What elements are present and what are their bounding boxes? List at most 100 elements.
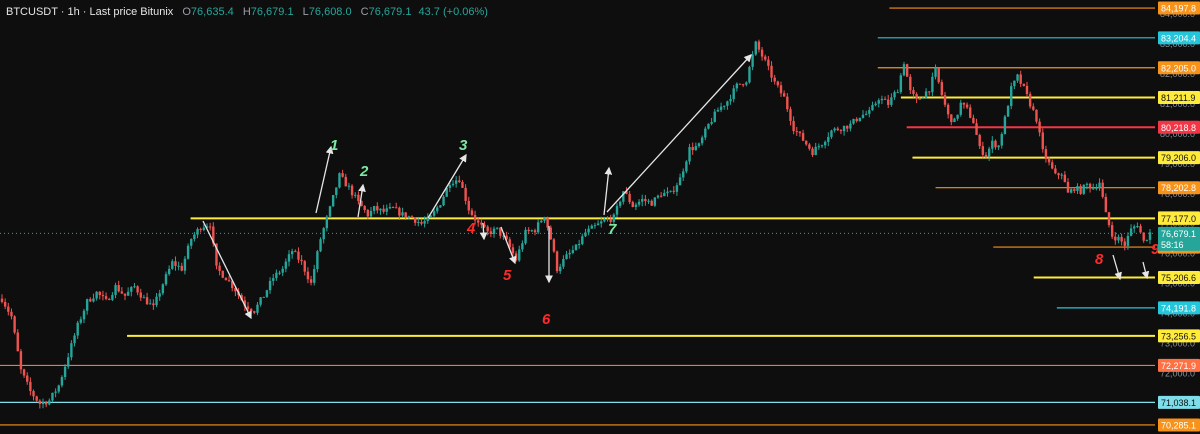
candle-body bbox=[962, 102, 966, 105]
candle-body bbox=[839, 130, 843, 132]
candle-body bbox=[1136, 225, 1139, 227]
candle-body bbox=[975, 123, 978, 135]
candle-body bbox=[1016, 74, 1019, 81]
candle-body bbox=[1117, 236, 1120, 241]
candle-body bbox=[1060, 174, 1063, 176]
candle-body bbox=[357, 194, 360, 201]
candle-body bbox=[7, 306, 10, 312]
candle-body bbox=[887, 99, 890, 105]
candle-body bbox=[19, 351, 23, 370]
candle-body bbox=[152, 303, 155, 306]
candle-body bbox=[877, 100, 880, 104]
price-chart[interactable]: 123456789 71,000.072,000.073,000.074,000… bbox=[0, 0, 1200, 434]
annotation-labels: 123456789 bbox=[330, 137, 1160, 328]
candle-body bbox=[227, 280, 231, 282]
candle-body bbox=[395, 207, 398, 209]
candle-body bbox=[379, 208, 382, 211]
candle-body bbox=[663, 192, 666, 197]
candle-body bbox=[432, 211, 436, 216]
candle-body bbox=[776, 81, 780, 86]
candle-body bbox=[303, 261, 306, 272]
candle-body bbox=[950, 114, 953, 123]
annotation-label: 8 bbox=[1095, 251, 1104, 268]
candle-body bbox=[1006, 106, 1010, 117]
candle-body bbox=[287, 254, 291, 262]
candle-body bbox=[256, 304, 259, 313]
candle-body bbox=[104, 296, 108, 299]
candle-body bbox=[587, 228, 590, 233]
candle-body bbox=[978, 134, 981, 147]
candle-body bbox=[1095, 187, 1098, 189]
candle-body bbox=[981, 146, 985, 155]
candle-body bbox=[1003, 116, 1007, 135]
candle-body bbox=[833, 128, 836, 131]
candle-body bbox=[666, 191, 669, 193]
candle-body bbox=[893, 92, 896, 98]
candle-body bbox=[849, 123, 852, 129]
level-price-badge: 84,197.8 bbox=[1161, 4, 1196, 14]
candle-body bbox=[723, 105, 726, 107]
candle-body bbox=[309, 279, 313, 283]
candle-body bbox=[0, 298, 4, 302]
candle-body bbox=[896, 92, 899, 94]
candle-body bbox=[937, 67, 940, 83]
annotation-arrow bbox=[1141, 261, 1150, 280]
candle-body bbox=[79, 319, 83, 323]
candle-body bbox=[369, 210, 373, 217]
candle-body bbox=[423, 220, 426, 224]
candle-body bbox=[1022, 83, 1026, 86]
candle-body bbox=[1123, 241, 1126, 246]
candle-body bbox=[716, 110, 720, 112]
candle-body bbox=[38, 400, 42, 404]
candle-body bbox=[344, 176, 347, 187]
candle-body bbox=[1032, 106, 1035, 110]
candle-body bbox=[1063, 174, 1067, 182]
candle-body bbox=[495, 227, 499, 229]
candle-body bbox=[546, 217, 549, 228]
candle-body bbox=[48, 400, 51, 405]
level-price-badge: 82,205.0 bbox=[1161, 63, 1196, 73]
candle-body bbox=[789, 109, 792, 121]
candle-body bbox=[180, 265, 183, 271]
candle-body bbox=[871, 104, 874, 111]
candle-body bbox=[429, 215, 433, 217]
candle-body bbox=[117, 285, 120, 292]
candle-body bbox=[196, 229, 199, 235]
candle-body bbox=[454, 180, 458, 184]
candle-body bbox=[41, 402, 45, 404]
chart-canvas[interactable]: BTCUSDT · 1h · Last price Bitunix O76,63… bbox=[0, 0, 1200, 434]
candle-body bbox=[559, 266, 562, 272]
candle-body bbox=[29, 381, 32, 392]
countdown-label: 58:16 bbox=[1161, 240, 1184, 250]
annotation-label: 5 bbox=[503, 267, 512, 284]
candle-body bbox=[779, 85, 783, 94]
candle-body bbox=[786, 96, 789, 110]
candle-body bbox=[1126, 235, 1130, 246]
candle-body bbox=[67, 357, 70, 367]
candle-body bbox=[751, 54, 754, 67]
candle-body bbox=[477, 220, 480, 223]
candle-body bbox=[26, 375, 29, 382]
candle-body bbox=[1101, 182, 1104, 197]
candle-body bbox=[830, 130, 833, 137]
candle-body bbox=[874, 103, 877, 105]
candle-body bbox=[518, 249, 521, 261]
candle-body bbox=[354, 194, 357, 196]
candle-body bbox=[836, 128, 839, 131]
candle-body bbox=[675, 185, 679, 192]
candle-body bbox=[1035, 109, 1038, 122]
candle-body bbox=[524, 229, 527, 244]
candle-body bbox=[650, 200, 653, 206]
candle-body bbox=[745, 82, 748, 85]
candle-body bbox=[924, 91, 928, 98]
candle-body bbox=[672, 190, 675, 192]
candle-body bbox=[565, 254, 568, 260]
level-price-badge: 70,285.1 bbox=[1161, 420, 1196, 430]
level-price-badge: 79,206.0 bbox=[1161, 153, 1196, 163]
candle-body bbox=[436, 207, 439, 212]
candle-body bbox=[678, 177, 682, 186]
candle-body bbox=[1142, 232, 1145, 241]
candle-body bbox=[458, 180, 461, 183]
candle-body bbox=[1107, 212, 1111, 226]
annotation-label: 2 bbox=[359, 163, 369, 180]
